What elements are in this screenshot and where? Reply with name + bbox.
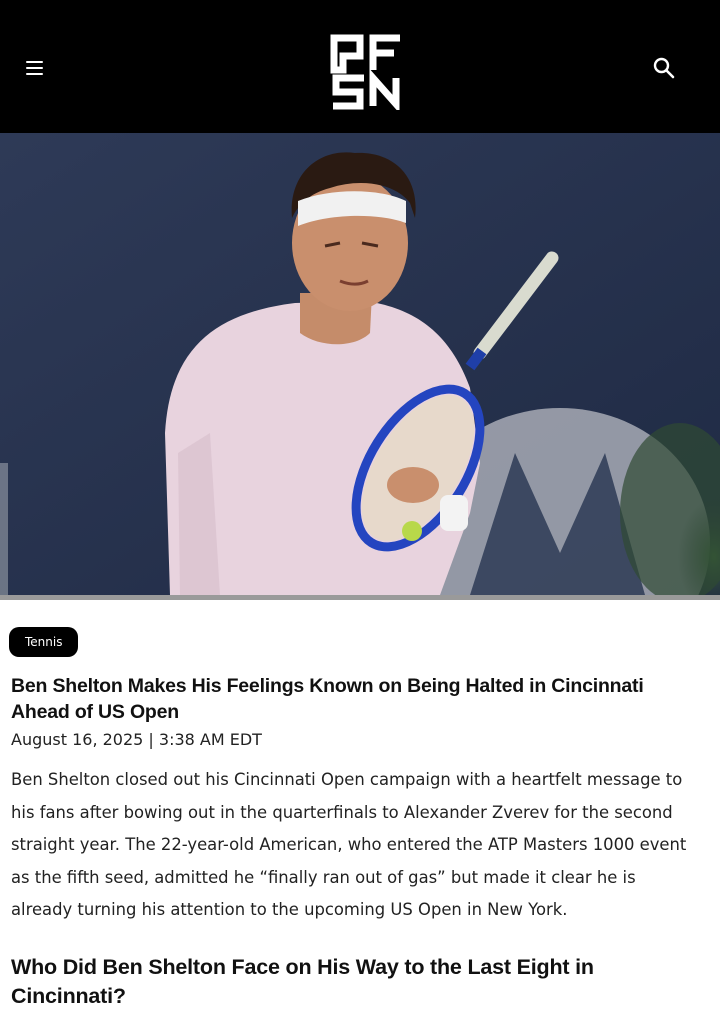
search-button[interactable]: [650, 54, 678, 82]
menu-line: [26, 73, 43, 75]
pfsn-logo-icon: [330, 34, 400, 114]
article-paragraph: Ben Shelton closed out his Cincinnati Op…: [11, 770, 687, 919]
site-logo[interactable]: [330, 34, 404, 114]
hero-divider: [0, 595, 720, 600]
hero-image: [0, 133, 720, 595]
menu-line: [26, 67, 43, 69]
search-icon: [653, 57, 675, 79]
article-date: August 16, 2025 | 3:38 AM EDT: [11, 730, 262, 749]
menu-line: [26, 61, 43, 63]
article-title: Ben Shelton Makes His Feelings Known on …: [11, 675, 644, 723]
category-tag[interactable]: Tennis: [9, 627, 79, 657]
article-subheading: Who Did Ben Shelton Face on His Way to t…: [11, 955, 594, 1008]
site-header: [0, 0, 720, 133]
tennis-player-photo: [0, 133, 720, 595]
hamburger-menu-button[interactable]: [20, 54, 50, 82]
